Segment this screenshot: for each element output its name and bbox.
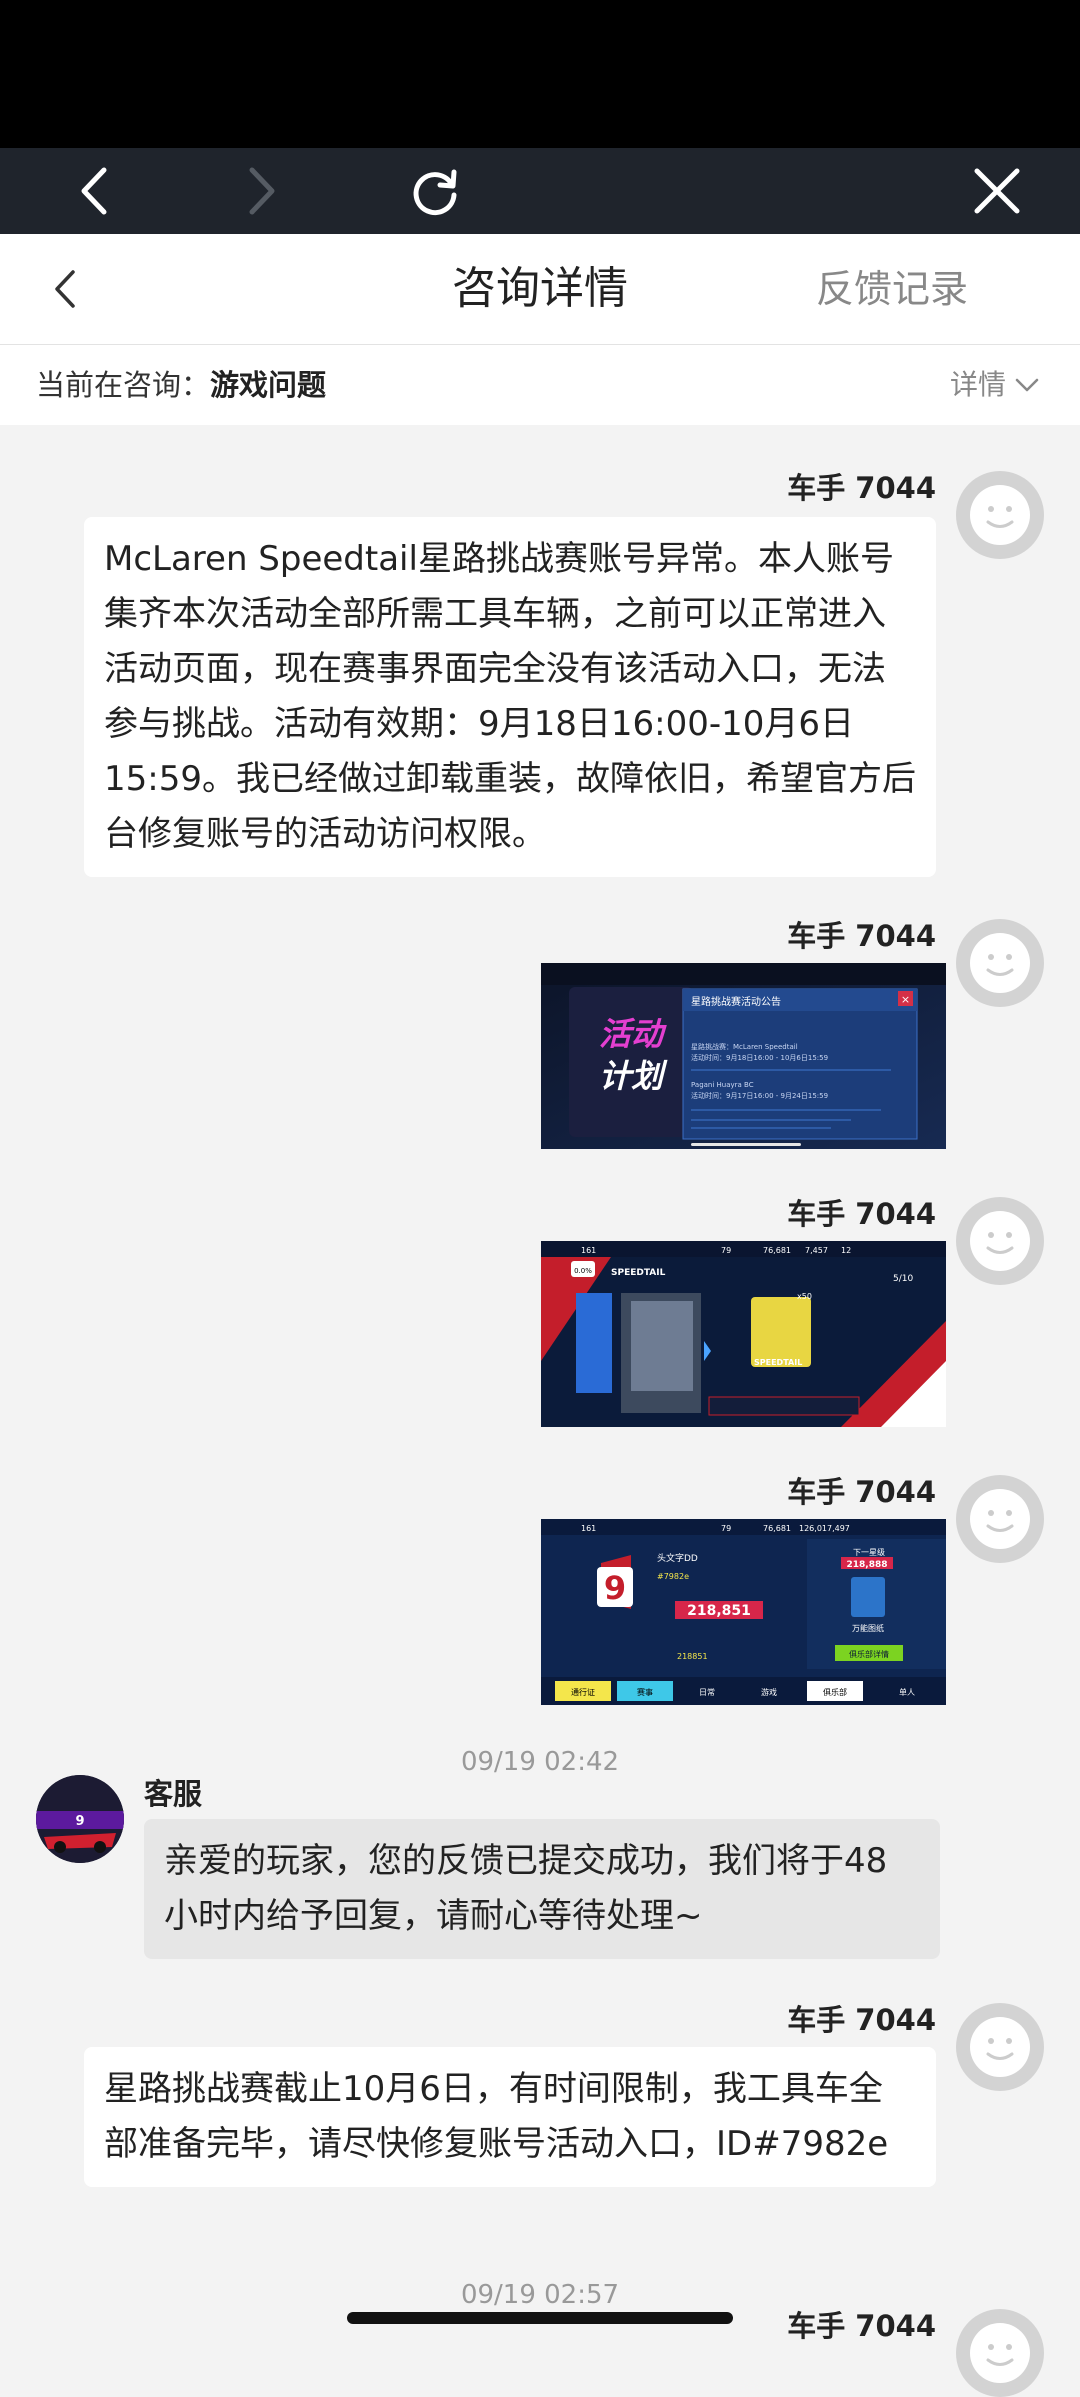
user-avatar <box>956 2003 1044 2091</box>
stat-5: 12 <box>841 1246 851 1255</box>
svg-text:×: × <box>901 993 910 1006</box>
x50-badge: x50 <box>797 1292 812 1301</box>
tab-3: 日常 <box>699 1688 715 1697</box>
tab-2: 赛事 <box>637 1687 653 1697</box>
browser-toolbar <box>0 148 1080 234</box>
club-button: 俱乐部详情 <box>849 1649 889 1659</box>
reward-label: 万能图纸 <box>852 1623 884 1633</box>
feedback-history-link[interactable]: 反馈记录 <box>816 234 968 344</box>
player-name: 头文字DD <box>657 1552 698 1564</box>
panel-line-4: 活动时间：9月17日16:00 - 9月24日15:59 <box>691 1091 828 1100</box>
browser-reload-button[interactable] <box>390 148 480 234</box>
user-avatar <box>956 2309 1044 2397</box>
browser-forward-button[interactable] <box>218 148 308 234</box>
sender-name: 车手 7044 <box>787 2003 936 2037</box>
club-tag: #7982e <box>657 1572 689 1581</box>
stat-b: 79 <box>721 1524 731 1533</box>
home-indicator[interactable] <box>347 2312 733 2324</box>
count-label: 5/10 <box>893 1274 913 1284</box>
sender-name: 车手 7044 <box>787 1197 936 1231</box>
user-avatar-icon <box>970 2323 1030 2383</box>
browser-close-button[interactable] <box>952 148 1042 234</box>
stat-3: 76,681 <box>763 1246 791 1255</box>
poster-title-line2: 计划 <box>599 1057 668 1095</box>
message-bubble-user: McLaren Speedtail星路挑战赛账号异常。本人账号集齐本次活动全部所… <box>84 517 936 877</box>
panel-line-1: 星路挑战赛：McLaren Speedtail <box>691 1042 798 1051</box>
topic-bar: 当前在咨询：游戏问题 详情 <box>0 345 1080 425</box>
topic-label: 当前在咨询：游戏问题 <box>36 345 326 425</box>
screenshot-club-rating[interactable]: 161 79 76,681 126,017,497 9 头文字DD #7982e… <box>541 1519 946 1705</box>
game-logo-icon: 9 <box>36 1775 124 1863</box>
agent-avatar: 9 <box>36 1775 124 1863</box>
tab-1: 通行证 <box>571 1687 595 1697</box>
reload-icon <box>413 169 457 216</box>
screenshot-speedtail-event[interactable]: 161 79 76,681 7,457 12 0.0% SPEEDTAIL x5… <box>541 1241 946 1427</box>
status-bar <box>0 0 1080 148</box>
chat-thread[interactable]: 车手 7044 McLaren Speedtail星路挑战赛账号异常。本人账号集… <box>0 425 1080 2397</box>
stat-c: 76,681 <box>763 1524 791 1533</box>
user-avatar-icon <box>970 1211 1030 1271</box>
stat-4: 7,457 <box>805 1246 828 1255</box>
stat-a: 161 <box>581 1524 596 1533</box>
percent: 0.0% <box>574 1267 592 1275</box>
next-tier-label: 下一星级 <box>853 1547 885 1557</box>
detail-label: 详情 <box>949 368 1006 401</box>
agent-name: 客服 <box>144 1777 203 1811</box>
sender-name: 车手 7044 <box>787 2309 936 2343</box>
page-header: 咨询详情 反馈记录 <box>0 234 1080 344</box>
back-button[interactable] <box>30 254 100 324</box>
tab-4: 游戏 <box>761 1687 777 1697</box>
user-avatar <box>956 1197 1044 1285</box>
sender-name: 车手 7044 <box>787 919 936 953</box>
user-avatar-icon <box>970 1489 1030 1549</box>
rank-label: 9 <box>604 1569 626 1607</box>
card-label: SPEEDTAIL <box>754 1358 802 1367</box>
next-tier-score: 218,888 <box>847 1560 888 1570</box>
user-avatar-icon <box>970 485 1030 545</box>
detail-toggle[interactable]: 详情 <box>950 345 1040 425</box>
svg-text:9: 9 <box>75 1814 84 1829</box>
user-avatar <box>956 1475 1044 1563</box>
chevron-right-icon <box>249 167 275 215</box>
tab-6: 单人 <box>899 1687 915 1697</box>
user-avatar-icon <box>970 933 1030 993</box>
topic-value: 游戏问题 <box>210 368 327 402</box>
tab-5: 俱乐部 <box>823 1687 847 1697</box>
panel-line-3: Pagani Huayra BC <box>691 1081 754 1089</box>
chevron-down-icon <box>1015 378 1039 392</box>
screenshot-event-announcement[interactable]: 活动 计划 星路挑战赛活动公告 × 星路挑战赛：McLaren Speedtai… <box>541 963 946 1149</box>
panel-line-2: 活动时间：9月18日16:00 - 10月6日15:59 <box>691 1053 828 1062</box>
message-bubble-agent: 亲爱的玩家，您的反馈已提交成功，我们将于48小时内给予回复，请耐心等待处理~ <box>144 1819 940 1959</box>
sender-name: 车手 7044 <box>787 1475 936 1509</box>
panel-title: 星路挑战赛活动公告 <box>691 995 781 1008</box>
browser-back-button[interactable] <box>48 148 138 234</box>
poster-title-line1: 活动 <box>599 1015 667 1053</box>
user-avatar <box>956 471 1044 559</box>
message-bubble-user: 星路挑战赛截止10月6日，有时间限制，我工具车全部准备完毕，请尽快修复账号活动入… <box>84 2047 936 2187</box>
sender-name: 车手 7044 <box>787 471 936 505</box>
chevron-left-icon <box>81 167 107 215</box>
user-avatar-icon <box>970 2017 1030 2077</box>
bottom-score: 218851 <box>677 1652 708 1661</box>
event-title: SPEEDTAIL <box>611 1268 666 1278</box>
club-score: 218,851 <box>687 1603 751 1619</box>
user-avatar <box>956 919 1044 1007</box>
stat-1: 161 <box>581 1246 596 1255</box>
topic-prefix: 当前在咨询： <box>36 368 211 402</box>
chevron-left-icon <box>55 270 75 308</box>
stat-2: 79 <box>721 1246 731 1255</box>
close-icon <box>974 168 1020 214</box>
stat-d: 126,017,497 <box>799 1524 850 1533</box>
